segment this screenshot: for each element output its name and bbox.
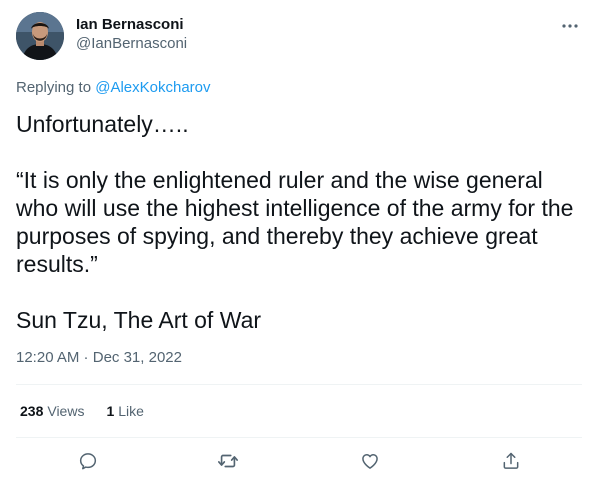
tweet-timestamp: 12:20 AM · Dec 31, 2022 — [16, 348, 182, 368]
timestamp-date[interactable]: Dec 31, 2022 — [93, 349, 182, 366]
avatar[interactable] — [16, 12, 64, 60]
tweet-attribution: Sun Tzu, The Art of War — [16, 307, 262, 333]
views-stat[interactable]: 238 Views — [20, 400, 84, 422]
author-handle[interactable]: @IanBernasconi — [76, 34, 187, 54]
timestamp-time[interactable]: 12:20 AM — [16, 349, 79, 366]
more-horizontal-icon — [562, 24, 578, 28]
author-names: Ian Bernasconi @IanBernasconi — [76, 16, 187, 54]
tweet-actions — [16, 446, 582, 476]
tweet-header: Ian Bernasconi @IanBernasconi — [16, 12, 582, 60]
tweet-quote: “It is only the enlightened ruler and th… — [16, 167, 574, 277]
tweet-text-line: Unfortunately….. — [16, 111, 189, 137]
retweet-icon — [218, 454, 238, 468]
retweet-button[interactable] — [213, 446, 243, 476]
views-count: 238 — [20, 403, 44, 419]
divider — [16, 437, 582, 438]
more-options-button[interactable] — [558, 14, 582, 38]
likes-count: 1 — [106, 403, 115, 419]
divider — [16, 384, 582, 385]
like-button[interactable] — [355, 446, 385, 476]
timestamp-separator: · — [79, 349, 93, 366]
likes-label: Like — [118, 403, 144, 419]
replying-to-link[interactable]: @AlexKokcharov — [95, 79, 210, 96]
views-label: Views — [47, 403, 85, 419]
replying-to-prefix: Replying to — [16, 79, 92, 96]
author-display-name[interactable]: Ian Bernasconi — [76, 16, 187, 34]
tweet-detail: Ian Bernasconi @IanBernasconi Replying t… — [0, 0, 598, 485]
tweet-text: Unfortunately….. “It is only the enlight… — [16, 110, 586, 334]
avatar-image — [16, 12, 64, 60]
replying-to: Replying to @AlexKokcharov — [16, 78, 211, 98]
share-icon — [503, 452, 519, 469]
reply-button[interactable] — [73, 446, 103, 476]
reply-icon — [79, 453, 97, 470]
likes-stat[interactable]: 1 Like — [106, 400, 143, 422]
share-button[interactable] — [496, 446, 526, 476]
tweet-stats: 238 Views 1 Like — [20, 400, 144, 422]
like-icon — [362, 454, 378, 469]
